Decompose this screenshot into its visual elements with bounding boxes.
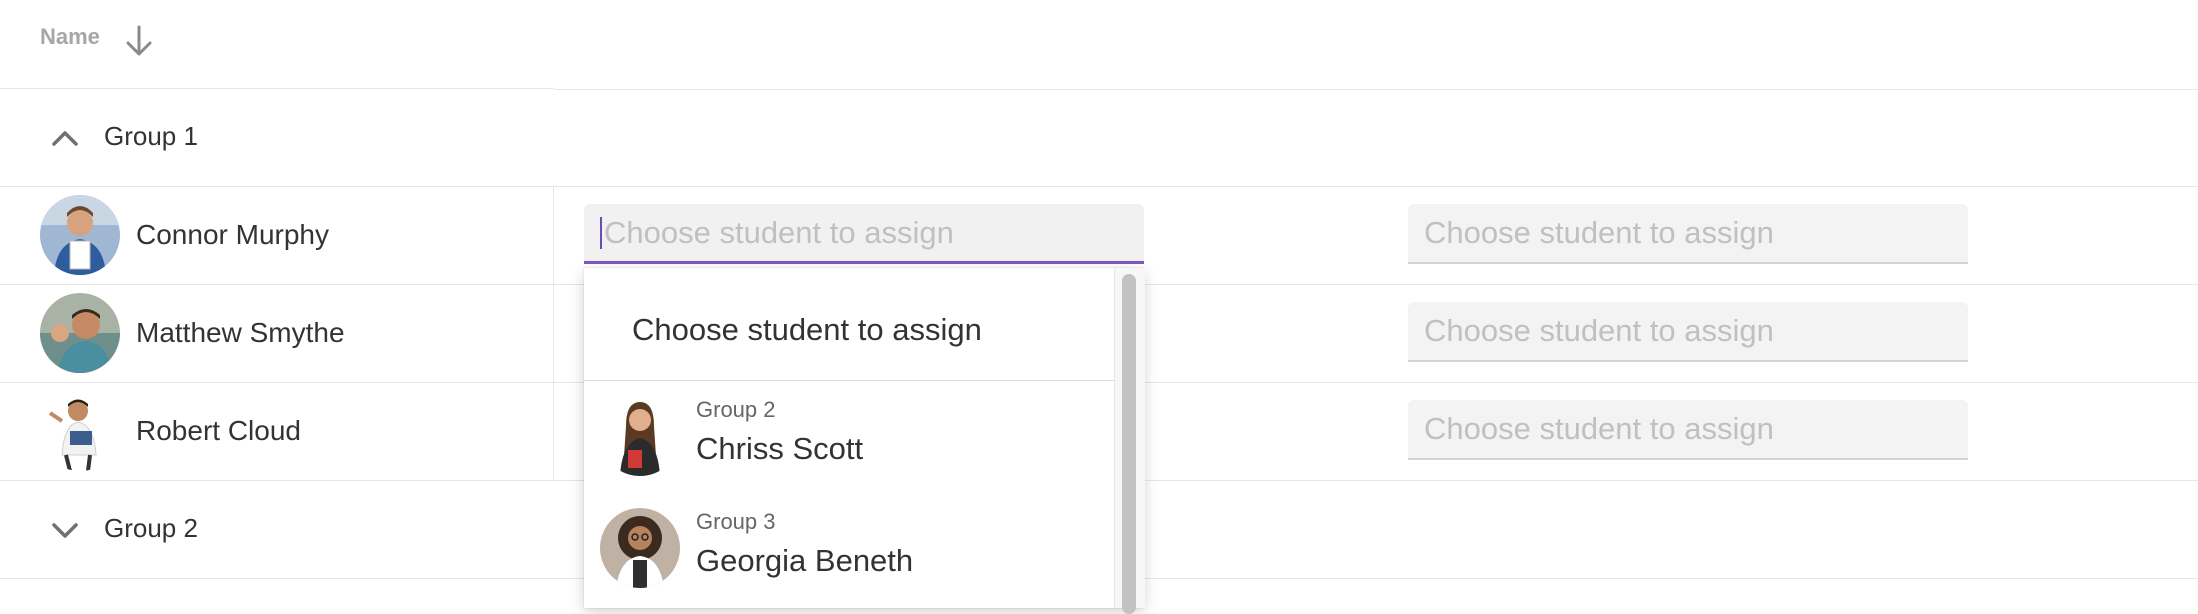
avatar: [600, 396, 680, 476]
group-label: Group 1: [104, 121, 198, 151]
avatar: [40, 293, 120, 373]
item-group: Group 3: [696, 509, 776, 534]
avatar: [600, 508, 680, 588]
assign-student-input-secondary[interactable]: Choose student to assign: [1408, 302, 1968, 362]
student-dropdown[interactable]: Choose student to assign Group 2 Chriss …: [584, 268, 1145, 614]
group-label: Group 2: [104, 513, 198, 543]
student-name: Robert Cloud: [136, 415, 301, 446]
chevron-down-icon[interactable]: [48, 513, 82, 547]
avatar: [40, 391, 120, 471]
text-caret: [600, 217, 602, 249]
assign-placeholder: Choose student to assign: [604, 215, 954, 250]
item-name: Georgia Beneth: [696, 543, 914, 578]
list-item[interactable]: Group 2 Chriss Scott: [584, 381, 1114, 493]
group-row-1[interactable]: Group 1: [0, 89, 2198, 187]
arrow-down-icon[interactable]: [124, 24, 154, 58]
chevron-up-icon[interactable]: [48, 121, 82, 155]
avatar: [40, 195, 120, 275]
student-name: Connor Murphy: [136, 219, 329, 250]
assign-student-input[interactable]: Choose student to assign: [584, 204, 1144, 264]
assign-student-input-secondary[interactable]: Choose student to assign: [1408, 204, 1968, 264]
scrollbar-thumb[interactable]: [1122, 274, 1136, 614]
item-name: Chriss Scott: [696, 431, 864, 466]
column-header-name[interactable]: Name: [40, 24, 100, 50]
student-name: Matthew Smythe: [136, 317, 345, 348]
assign-student-input-secondary[interactable]: Choose student to assign: [1408, 400, 1968, 460]
item-group: Group 2: [696, 397, 776, 422]
dropdown-header[interactable]: Choose student to assign: [632, 312, 982, 348]
list-item[interactable]: Group 3 Georgia Beneth: [584, 493, 1114, 605]
